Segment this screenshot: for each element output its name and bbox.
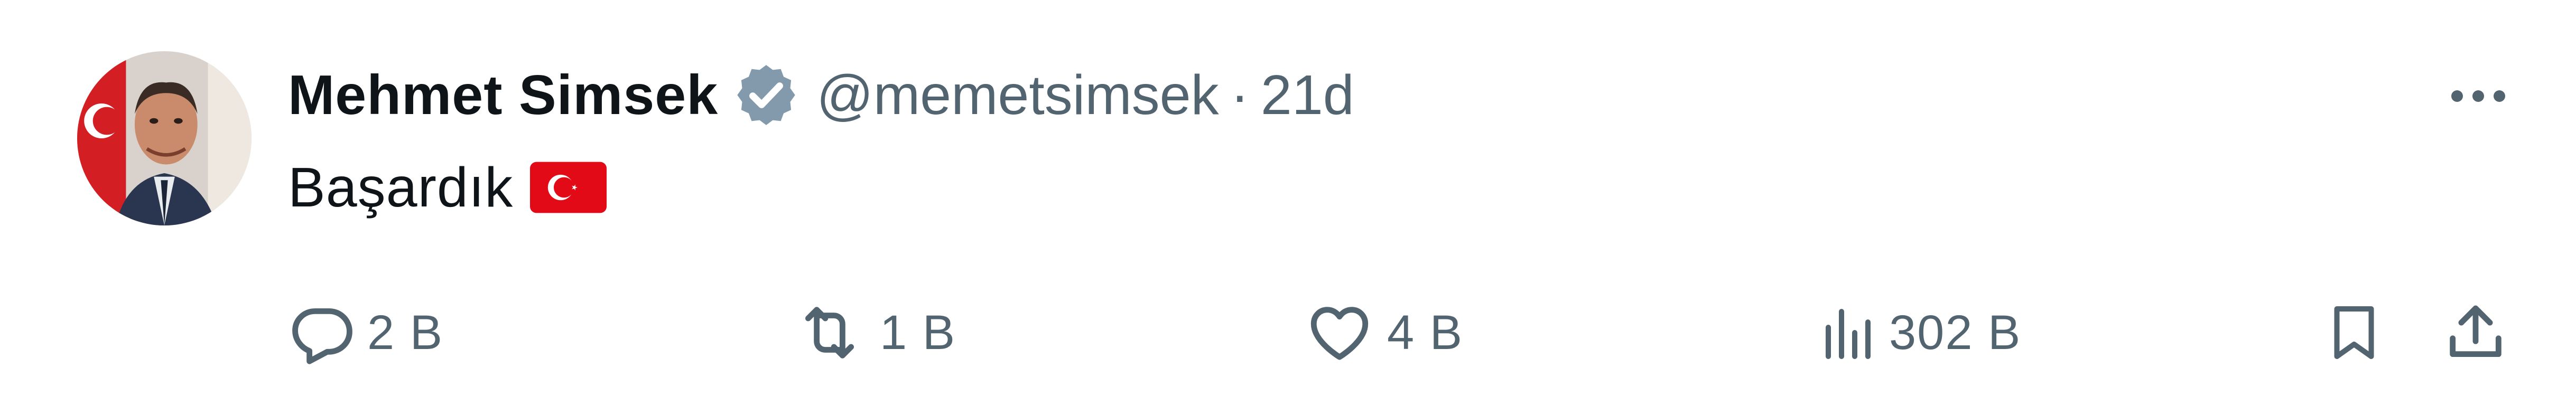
tweet-timestamp[interactable]: 21d [1261,63,1354,127]
reply-count: 2 B [367,305,444,360]
tweet-header: Mehmet Simsek @memetsimsek · 21d [288,58,1354,132]
avatar-image [77,51,252,225]
separator-dot: · [1230,63,1249,126]
views-count: 302 B [1889,305,2022,360]
turkey-flag-icon [530,162,607,213]
more-options-icon[interactable] [2441,80,2515,112]
share-button[interactable] [2441,296,2510,370]
more-dot [2472,90,2484,102]
reply-button[interactable]: 2 B [288,296,443,370]
like-count: 4 B [1387,305,1464,360]
share-icon [2450,305,2501,357]
retweet-count: 1 B [880,305,956,360]
views-chart-icon [1826,309,1871,359]
more-dot [2494,90,2505,102]
bookmark-icon [2334,306,2374,359]
author-avatar[interactable] [77,51,252,225]
views-button[interactable]: 302 B [1815,296,2021,370]
verified-badge-icon[interactable] [732,61,801,129]
retweet-icon [805,307,854,359]
author-name[interactable]: Mehmet Simsek [288,63,718,127]
heart-icon [1310,307,1369,360]
like-button[interactable]: 4 B [1303,296,1463,370]
author-handle[interactable]: @memetsimsek [816,63,1219,127]
bookmark-button[interactable] [2322,296,2386,370]
tweet-text: Başardık [288,150,607,224]
reply-icon [292,308,352,364]
retweet-button[interactable]: 1 B [790,296,956,370]
more-dot [2451,90,2463,102]
tweet-body: Başardık [288,156,514,219]
tweet-card[interactable]: Mehmet Simsek @memetsimsek · 21d Başardı… [0,0,2576,396]
